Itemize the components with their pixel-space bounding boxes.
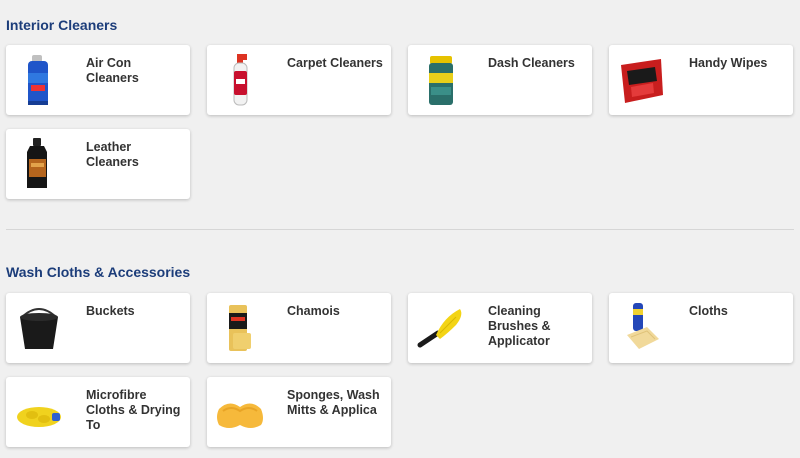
- aerosol-can-icon: [14, 51, 64, 109]
- chamois-icon: [215, 299, 265, 357]
- wash-cloths-accessories-grid: Buckets Chamois Cleaning Brushes & Appli…: [6, 293, 793, 447]
- category-card-handy-wipes[interactable]: Handy Wipes: [609, 45, 793, 115]
- category-label: Cloths: [689, 304, 728, 318]
- wash-mitt-icon: [14, 383, 64, 441]
- bucket-icon: [14, 299, 64, 357]
- category-label: Sponges, Wash Mitts & Applica: [287, 388, 380, 417]
- section-title-wash-cloths-accessories: Wash Cloths & Accessories: [6, 264, 191, 280]
- category-card-microfibre-cloths[interactable]: Microfibre Cloths & Drying To: [6, 377, 190, 447]
- sponge-icon: [215, 383, 265, 441]
- category-card-chamois[interactable]: Chamois: [207, 293, 391, 363]
- category-card-buckets[interactable]: Buckets: [6, 293, 190, 363]
- brush-icon: [416, 299, 466, 357]
- wipes-canister-icon: [416, 51, 466, 109]
- category-label: Handy Wipes: [689, 56, 768, 70]
- spray-bottle-icon: [215, 51, 265, 109]
- section-divider: [6, 229, 794, 230]
- category-label: Buckets: [86, 304, 135, 318]
- category-card-cloths[interactable]: Cloths: [609, 293, 793, 363]
- category-card-leather-cleaners[interactable]: Leather Cleaners: [6, 129, 190, 199]
- category-card-air-con-cleaners[interactable]: Air Con Cleaners: [6, 45, 190, 115]
- category-label: Dash Cleaners: [488, 56, 575, 70]
- category-label: Carpet Cleaners: [287, 56, 383, 70]
- category-label: Microfibre Cloths & Drying To: [86, 388, 181, 432]
- leather-bottle-icon: [14, 135, 64, 193]
- section-title-interior-cleaners: Interior Cleaners: [6, 17, 118, 33]
- category-label: Chamois: [287, 304, 340, 318]
- category-label: Air Con Cleaners: [86, 56, 139, 85]
- category-card-dash-cleaners[interactable]: Dash Cleaners: [408, 45, 592, 115]
- category-card-cleaning-brushes[interactable]: Cleaning Brushes & Applicator: [408, 293, 592, 363]
- wipes-pack-icon: [617, 51, 667, 109]
- cloth-icon: [617, 299, 667, 357]
- category-label: Leather Cleaners: [86, 140, 139, 169]
- category-label: Cleaning Brushes & Applicator: [488, 304, 551, 348]
- category-card-carpet-cleaners[interactable]: Carpet Cleaners: [207, 45, 391, 115]
- category-card-sponges[interactable]: Sponges, Wash Mitts & Applica: [207, 377, 391, 447]
- interior-cleaners-grid: Air Con Cleaners Carpet Cleaners Dash Cl…: [6, 45, 793, 199]
